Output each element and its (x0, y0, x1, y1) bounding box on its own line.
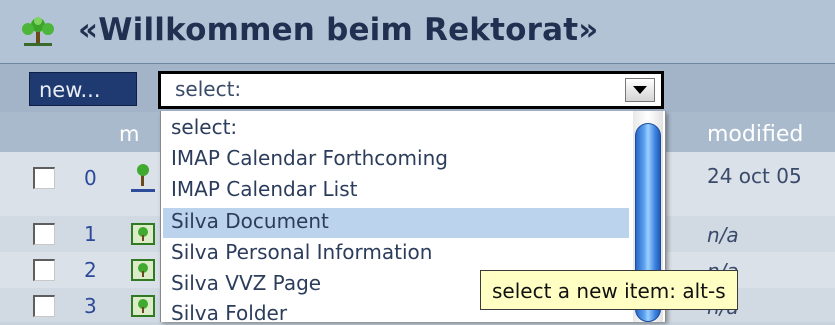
folder-tree-icon (131, 295, 155, 317)
folder-tree-icon (131, 259, 155, 281)
row-checkbox[interactable] (33, 295, 55, 317)
tree-icon (131, 164, 155, 192)
row-modified: n/a (707, 223, 739, 247)
row-number[interactable]: 1 (84, 222, 97, 246)
publication-tree-icon (22, 17, 54, 46)
option-silva-document[interactable]: Silva Document (171, 209, 329, 233)
folder-tree-icon (131, 223, 155, 245)
select-current-value: select: (175, 77, 242, 101)
tooltip: select a new item: alt-s (480, 270, 738, 310)
row-checkbox[interactable] (33, 223, 55, 245)
option-imap-calendar-forthcoming[interactable]: IMAP Calendar Forthcoming (171, 146, 448, 170)
column-header-modified[interactable]: modified (707, 122, 803, 147)
row-number[interactable]: 0 (84, 166, 97, 190)
row-checkbox[interactable] (33, 259, 55, 281)
option-imap-calendar-list[interactable]: IMAP Calendar List (171, 177, 358, 201)
option-silva-folder[interactable]: Silva Folder (171, 301, 287, 325)
row-number[interactable]: 3 (84, 294, 97, 318)
option-silva-personal-information[interactable]: Silva Personal Information (171, 240, 432, 264)
add-item-select[interactable]: select: (158, 71, 664, 109)
page-title: «Willkommen beim Rektorat» (78, 12, 599, 48)
option-silva-vvz-page[interactable]: Silva VVZ Page (171, 271, 321, 295)
dropdown-arrow-button[interactable] (625, 78, 655, 102)
row-checkbox[interactable] (33, 167, 55, 189)
row-number[interactable]: 2 (84, 258, 97, 282)
row-modified: 24 oct 05 (707, 164, 802, 188)
new-item-button[interactable]: new... (29, 72, 137, 106)
chevron-down-icon (633, 86, 647, 94)
select-field[interactable]: select: (161, 74, 661, 106)
option-select[interactable]: select: (171, 115, 237, 139)
column-header-name[interactable]: m (119, 122, 139, 146)
